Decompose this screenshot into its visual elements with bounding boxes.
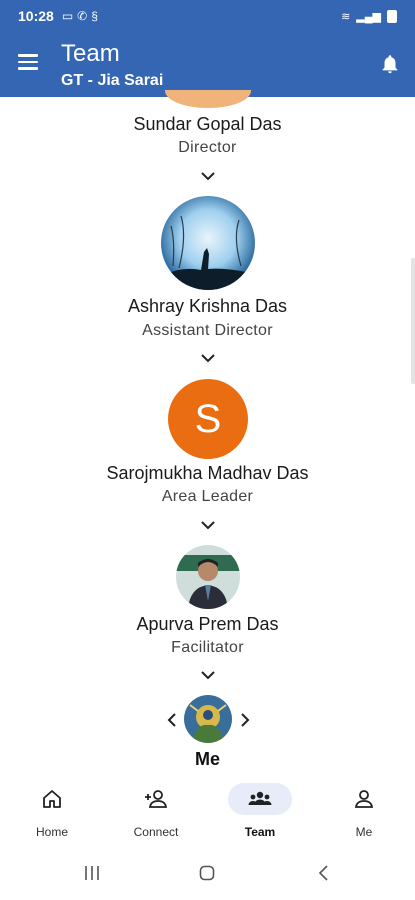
chevron-right-icon[interactable] — [238, 711, 252, 729]
moon-photo — [161, 196, 255, 290]
member-role: Facilitator — [171, 639, 244, 656]
menu-button[interactable] — [18, 54, 40, 72]
status-time: 10:28 — [18, 8, 54, 24]
person-icon — [354, 790, 374, 808]
person-photo — [176, 545, 240, 609]
avatar[interactable] — [165, 90, 251, 108]
chevron-down-icon — [201, 521, 215, 530]
nav-team[interactable]: Team — [208, 775, 312, 845]
wifi-icon: ≋ — [341, 10, 351, 23]
nav-me[interactable]: Me — [312, 775, 415, 845]
avatar-initial: S — [194, 396, 222, 441]
avatar[interactable] — [161, 196, 255, 290]
battery-icon — [387, 9, 397, 23]
page-title: Team — [61, 40, 120, 67]
member-name[interactable]: Sundar Gopal Das — [0, 114, 415, 135]
phone-icon: ✆ — [77, 9, 88, 23]
sync-icon: § — [91, 9, 98, 23]
member-name[interactable]: Apurva Prem Das — [0, 614, 415, 635]
chevron-left-icon[interactable] — [165, 711, 179, 729]
group-icon — [248, 791, 272, 805]
nav-label: Me — [355, 825, 373, 839]
member-role: Director — [178, 139, 237, 156]
nav-label: Connect — [133, 825, 179, 839]
menu-icon — [18, 54, 38, 57]
back-icon[interactable] — [316, 865, 332, 881]
me-node — [0, 695, 415, 745]
bell-icon[interactable] — [379, 53, 401, 75]
bottom-nav: Home Connect Team Me — [0, 775, 415, 845]
add-person-icon — [145, 790, 168, 808]
avatar[interactable] — [184, 695, 232, 743]
chevron-down-icon — [201, 671, 215, 680]
home-button-icon[interactable] — [199, 865, 215, 881]
chevron-down-icon — [201, 172, 215, 181]
member-name[interactable]: Sarojmukha Madhav Das — [0, 463, 415, 484]
home-icon — [43, 790, 61, 808]
notification-icons: ▭ ✆ § — [62, 9, 98, 23]
nav-home[interactable]: Home — [0, 775, 104, 845]
signal-icon: ▂▄▆ — [356, 10, 381, 23]
recent-apps-icon[interactable] — [84, 865, 100, 881]
page-subtitle: GT - Jia Sarai — [61, 72, 164, 89]
deity-photo — [184, 695, 232, 743]
nav-label: Team — [244, 825, 276, 839]
chevron-down-icon — [201, 354, 215, 363]
system-nav-bar — [0, 845, 415, 900]
message-icon: ▭ — [61, 9, 74, 23]
avatar[interactable]: S — [168, 379, 248, 459]
nav-connect[interactable]: Connect — [104, 775, 208, 845]
system-icons: ≋ ▂▄▆ — [341, 9, 397, 23]
status-bar: 10:28 ▭ ✆ § ≋ ▂▄▆ — [0, 0, 415, 32]
nav-label: Home — [35, 825, 68, 839]
app-bar: 10:28 ▭ ✆ § ≋ ▂▄▆ Team GT - Jia Sarai — [0, 0, 415, 97]
scroll-handle[interactable] — [411, 258, 415, 384]
member-role: Area Leader — [161, 488, 254, 505]
member-role: Assistant Director — [142, 322, 273, 339]
avatar[interactable] — [176, 545, 240, 609]
me-label: Me — [194, 749, 220, 769]
member-name[interactable]: Ashray Krishna Das — [0, 296, 415, 317]
